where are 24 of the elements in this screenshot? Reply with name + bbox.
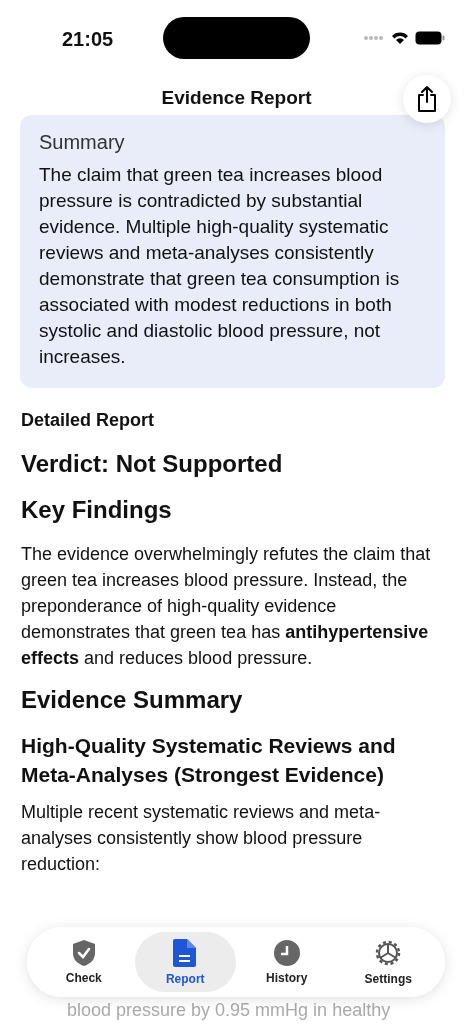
section-label: Detailed Report [21,410,156,431]
clock-icon [272,939,301,967]
status-time: 21:05 [62,27,114,51]
wifi-icon [391,31,409,45]
report-subheading: High-Quality Systematic Reviews and Meta-Analyses (Strongest Evidence) [21,733,397,788]
tab[interactable]: Report [134,932,236,992]
screen-title: Evidence Report [161,87,312,109]
tab[interactable]: History [236,932,338,992]
share-icon [416,85,438,113]
signal-icon [363,35,385,41]
tab[interactable]: Settings [337,932,439,992]
tab[interactable]: Check [33,932,135,992]
report-paragraph: Multiple recent systematic reviews and meta-analyses consistently show blood pressure reduction: [21,801,382,876]
report-heading: Verdict: Not Supported [21,449,284,479]
document-icon [173,938,198,968]
report-heading: Key Findings [21,495,173,525]
summary-text: The claim that green tea increases blood pressure is contradicted by substantial evidence. Multiple high-quality systematic reviews and meta-analyses consistently demonstrate that green tea consumption is associated with modest reductions in both systolic and diastolic blood pressure, not increases. [39,163,401,369]
report-paragraph: The evidence overwhelmingly refutes the claim that green tea increases blood pressure. Instead, the preponderance of high-quality evidence demonstrates that green tea has antihypertensive effects and reduces blood pressure. [21,543,432,670]
share-button[interactable] [403,75,451,123]
summary-title: Summary [39,131,126,154]
shield-check-icon [71,939,96,967]
report-heading: Evidence Summary [21,685,244,715]
battery-icon [415,31,445,45]
report-paragraph: blood pressure by 0.95 mmHg in healthy [67,1000,391,1021]
